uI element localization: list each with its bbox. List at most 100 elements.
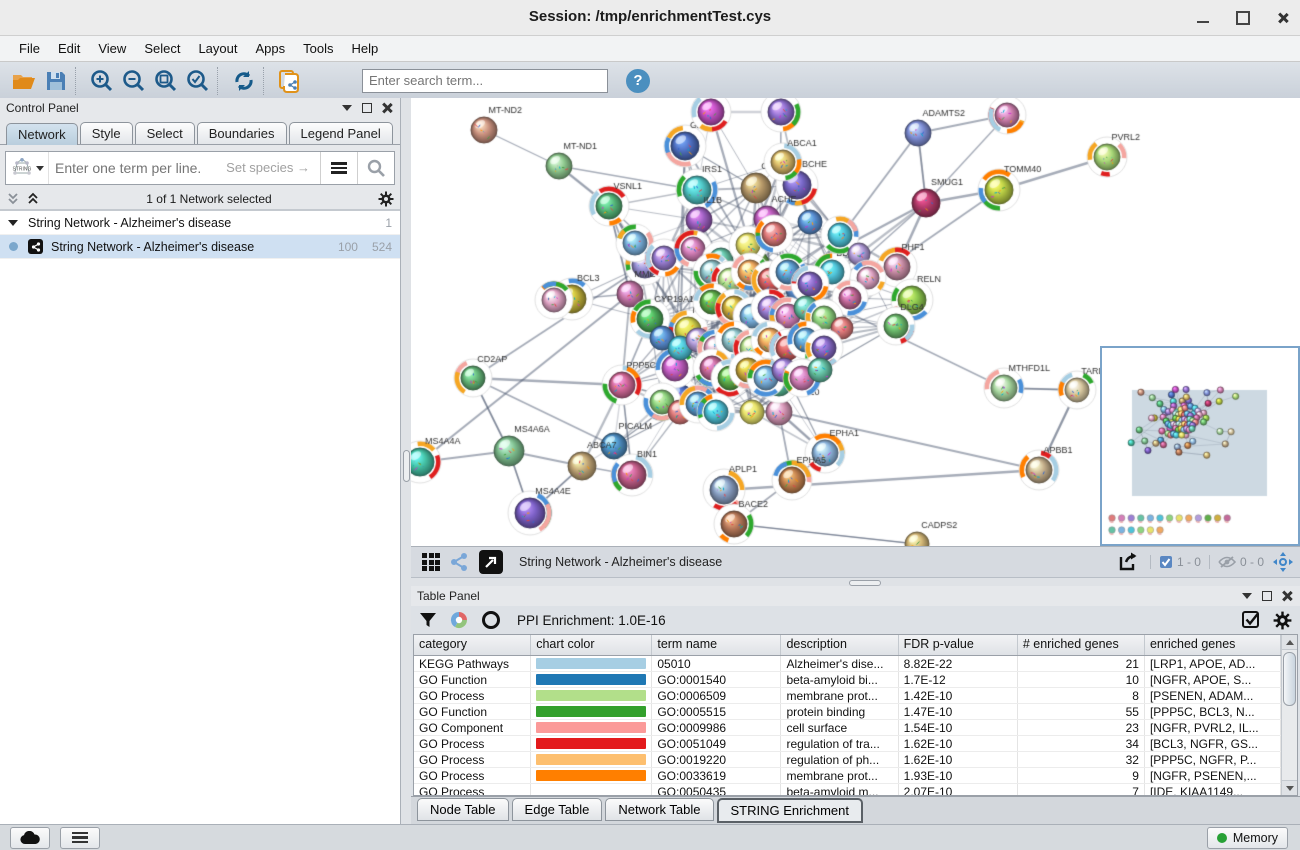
tree-expand-icon[interactable] [8, 220, 18, 226]
splitter-handle[interactable] [849, 580, 881, 586]
collapse-all-icon[interactable] [6, 192, 20, 206]
chart-color-swatch [536, 738, 646, 749]
tab-network[interactable]: Network [6, 123, 78, 145]
close-button[interactable] [1276, 11, 1290, 25]
filter-icon[interactable] [419, 611, 437, 629]
string-logo-icon: STRING [11, 158, 33, 178]
table-cell: 55 [1018, 704, 1145, 719]
grid-view-button[interactable] [417, 550, 445, 574]
search-input[interactable] [362, 69, 608, 93]
table-row[interactable]: KEGG Pathways05010Alzheimer's dise...8.8… [414, 656, 1281, 672]
menu-item-layout[interactable]: Layout [189, 38, 246, 59]
gear-icon[interactable] [378, 191, 394, 207]
table-row[interactable]: GO FunctionGO:0001540beta-amyloid bi...1… [414, 672, 1281, 688]
close-panel-icon[interactable] [1282, 591, 1292, 601]
menu-item-help[interactable]: Help [343, 38, 388, 59]
tab-boundaries[interactable]: Boundaries [197, 122, 287, 144]
column-header-enriched-genes[interactable]: enriched genes [1145, 635, 1281, 655]
column-header-chart-color[interactable]: chart color [531, 635, 652, 655]
column-header--enriched-genes[interactable]: # enriched genes [1018, 635, 1145, 655]
export-network-button[interactable] [1114, 550, 1142, 574]
select-rows-checkbox-icon[interactable] [1241, 610, 1261, 630]
panel-menu-icon[interactable] [1242, 593, 1252, 599]
menu-item-tools[interactable]: Tools [294, 38, 342, 59]
table-scrollbar[interactable] [1281, 635, 1297, 795]
open-session-button[interactable] [8, 66, 40, 96]
hidden-eye-icon[interactable] [1218, 555, 1236, 569]
scroll-up-button[interactable] [1282, 635, 1297, 650]
float-panel-icon[interactable] [1262, 591, 1272, 601]
refresh-button[interactable] [228, 66, 260, 96]
table-row[interactable]: GO ProcessGO:0051049regulation of tra...… [414, 736, 1281, 752]
pie-chart-icon[interactable] [449, 610, 469, 630]
task-history-button[interactable] [60, 827, 100, 849]
zoom-out-button[interactable] [118, 66, 150, 96]
scrollbar-thumb[interactable] [1283, 652, 1296, 706]
column-header-description[interactable]: description [781, 635, 898, 655]
gear-icon[interactable] [1273, 611, 1292, 630]
string-options-button[interactable] [320, 152, 357, 184]
tab-network-table[interactable]: Network Table [605, 798, 713, 821]
minimize-button[interactable] [1196, 11, 1210, 25]
tab-style[interactable]: Style [80, 122, 133, 144]
column-header-fdr-p-value[interactable]: FDR p-value [899, 635, 1018, 655]
vertical-splitter[interactable] [401, 98, 411, 825]
memory-button[interactable]: Memory [1207, 827, 1288, 849]
svg-text:STRING: STRING [12, 167, 31, 173]
detach-view-button[interactable] [479, 550, 503, 574]
table-row[interactable]: GO ComponentGO:0009986cell surface1.54E-… [414, 720, 1281, 736]
menu-item-view[interactable]: View [89, 38, 135, 59]
tab-node-table[interactable]: Node Table [417, 798, 509, 821]
string-search-button[interactable] [357, 152, 394, 184]
birds-eye-canvas[interactable] [1102, 348, 1294, 540]
enrichment-toolbar: PPI Enrichment: 1.0E-16 [411, 606, 1300, 634]
birds-eye-view[interactable] [1100, 346, 1300, 546]
tab-legend-panel[interactable]: Legend Panel [289, 122, 393, 144]
zoom-fit-button[interactable] [150, 66, 182, 96]
column-header-category[interactable]: category [414, 635, 531, 655]
clone-network-button[interactable] [274, 66, 306, 96]
zoom-in-button[interactable] [86, 66, 118, 96]
table-cell: 1.7E-12 [899, 672, 1018, 687]
help-button[interactable]: ? [626, 69, 650, 93]
string-terms-input[interactable] [49, 152, 320, 184]
close-panel-icon[interactable] [382, 103, 392, 113]
cloud-button[interactable] [10, 827, 50, 849]
table-cell: GO:0006509 [652, 688, 781, 703]
network-collection-row[interactable]: String Network - Alzheimer's disease 1 [0, 211, 400, 235]
chart-color-swatch [536, 690, 646, 701]
memory-label: Memory [1233, 831, 1278, 845]
selected-checkbox-icon[interactable] [1159, 555, 1173, 569]
scroll-down-button[interactable] [1282, 780, 1297, 795]
table-row[interactable]: GO FunctionGO:0005515protein binding1.47… [414, 704, 1281, 720]
menu-item-edit[interactable]: Edit [49, 38, 89, 59]
column-header-term-name[interactable]: term name [652, 635, 781, 655]
collection-count: 1 [385, 216, 392, 230]
menu-item-apps[interactable]: Apps [247, 38, 295, 59]
table-row[interactable]: GO ProcessGO:0033619membrane prot...1.93… [414, 768, 1281, 784]
table-cell: regulation of ph... [781, 752, 898, 767]
menu-item-file[interactable]: File [10, 38, 49, 59]
float-panel-icon[interactable] [362, 103, 372, 113]
table-row[interactable]: GO ProcessGO:0006509membrane prot...1.42… [414, 688, 1281, 704]
table-row[interactable]: GO ProcessGO:0050435beta-amyloid m...2.0… [414, 784, 1281, 795]
panel-menu-icon[interactable] [342, 105, 352, 111]
horizontal-splitter[interactable] [411, 577, 1300, 586]
tab-edge-table[interactable]: Edge Table [512, 798, 603, 821]
save-session-button[interactable] [40, 66, 72, 96]
network-row[interactable]: String Network - Alzheimer's disease 100… [0, 235, 400, 259]
menu-item-select[interactable]: Select [135, 38, 189, 59]
share-view-button[interactable] [445, 550, 473, 574]
ring-chart-icon[interactable] [481, 610, 501, 630]
string-protein-query-selector[interactable]: STRING [6, 152, 49, 184]
tab-string-enrichment[interactable]: STRING Enrichment [717, 798, 863, 823]
maximize-button[interactable] [1236, 11, 1250, 25]
splitter-handle[interactable] [403, 450, 410, 482]
expand-all-icon[interactable] [26, 192, 40, 206]
zoom-selected-button[interactable] [182, 66, 214, 96]
tab-select[interactable]: Select [135, 122, 195, 144]
table-cell: [PPP5C, NGFR, P... [1145, 752, 1281, 767]
navigate-compass-icon[interactable] [1272, 551, 1294, 573]
table-cell: cell surface [781, 720, 898, 735]
table-row[interactable]: GO ProcessGO:0019220regulation of ph...1… [414, 752, 1281, 768]
